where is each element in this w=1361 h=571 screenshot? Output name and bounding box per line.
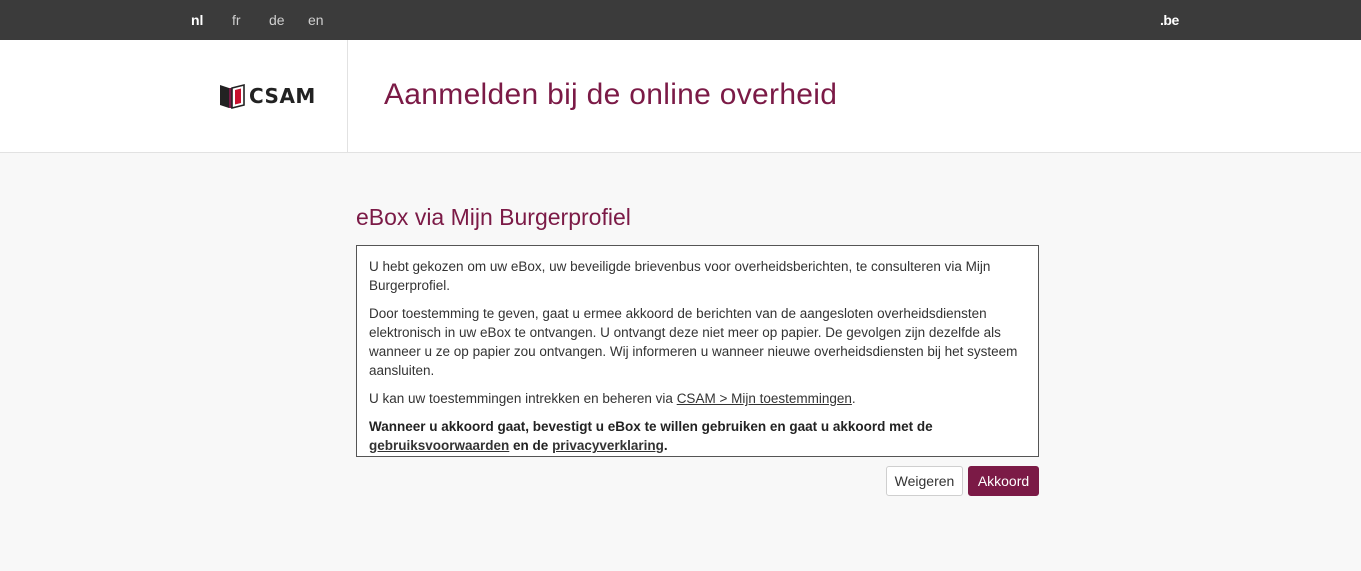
lang-nl-link[interactable]: nl (191, 12, 203, 28)
manage-suffix: . (851, 391, 856, 406)
agreement-mid: en de (509, 438, 553, 453)
lang-en-link[interactable]: en (308, 12, 324, 28)
lang-de-link[interactable]: de (269, 12, 285, 28)
refuse-button[interactable]: Weigeren (886, 466, 963, 496)
agreement-text: Wanneer u akkoord gaat, bevestigt u eBox… (369, 419, 933, 434)
manage-text: U kan uw toestemmingen intrekken en behe… (369, 391, 677, 406)
logo-text: CSAM (249, 84, 316, 108)
belgium-domain-logo[interactable]: .be (1160, 12, 1179, 28)
csam-logo[interactable]: CSAM (219, 81, 315, 111)
agreement-paragraph: Wanneer u akkoord gaat, bevestigt u eBox… (369, 417, 1026, 455)
csam-book-icon (220, 83, 245, 110)
consent-paragraph: Door toestemming te geven, gaat u ermee … (369, 306, 1018, 378)
page-header: CSAM Aanmelden bij de online overheid (0, 40, 1361, 153)
page-title: Aanmelden bij de online overheid (384, 78, 838, 111)
intro-paragraph: U hebt gekozen om uw eBox, uw beveiligde… (369, 259, 991, 293)
privacy-statement-link[interactable]: privacyverklaring (552, 438, 664, 453)
my-permissions-link[interactable]: CSAM > Mijn toestemmingen (677, 391, 852, 406)
agreement-suffix: . (663, 438, 668, 453)
terms-of-use-link[interactable]: gebruiksvoorwaarden (369, 438, 509, 453)
accept-button[interactable]: Akkoord (968, 466, 1039, 496)
section-title: eBox via Mijn Burgerprofiel (356, 204, 631, 230)
manage-paragraph: U kan uw toestemmingen intrekken en behe… (369, 389, 1026, 408)
header-divider (347, 40, 348, 153)
top-bar: nl fr de en .be (0, 0, 1361, 40)
consent-box: U hebt gekozen om uw eBox, uw beveiligde… (356, 245, 1039, 457)
lang-fr-link[interactable]: fr (232, 12, 241, 28)
